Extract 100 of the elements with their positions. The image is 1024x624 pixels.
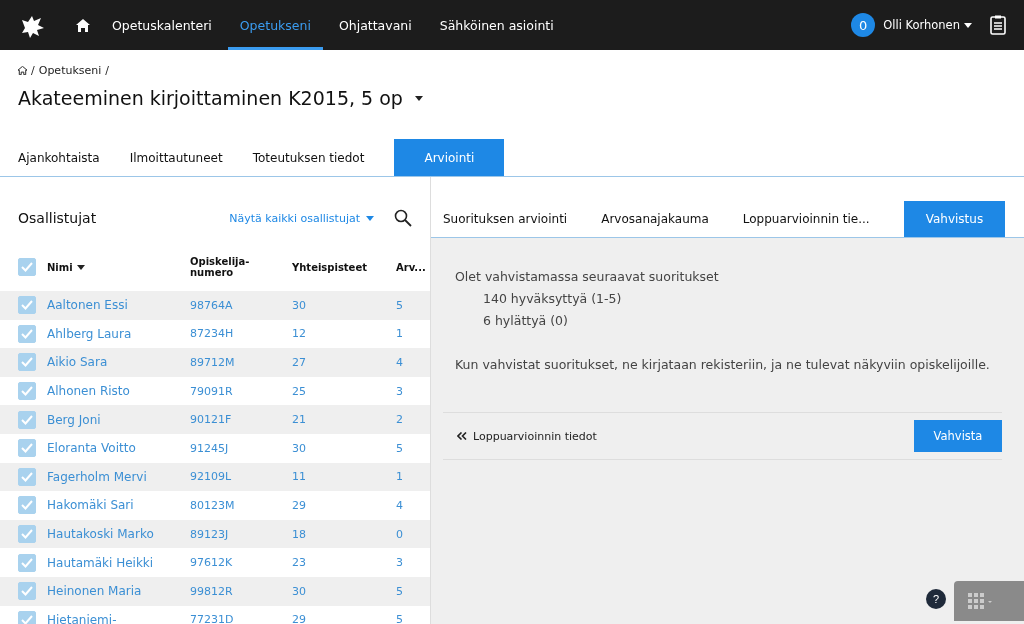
table-cell-text: 3 [396, 384, 404, 398]
section-heading: Osallistujat [18, 210, 98, 226]
search-icon[interactable] [394, 209, 412, 227]
table-cell-text: 87234H [190, 327, 235, 341]
table-cell-text: 79091R [190, 384, 234, 398]
breadcrumb-link[interactable]: Opetukseni [38, 64, 102, 77]
caret-icon [414, 95, 423, 101]
grid-icon[interactable] [968, 593, 992, 609]
table-cell-text: 4 [396, 498, 404, 512]
student-name-link[interactable]: Ahlberg Laura [47, 326, 190, 341]
table-cell-text: 23 [292, 556, 307, 570]
double-chevron-icon [457, 432, 467, 440]
filter-dropdown[interactable]: Näytä kaikki osallistujat [229, 211, 374, 225]
tab[interactable]: Ajankohtaista [18, 139, 100, 176]
nav-tab[interactable]: Ohjattavani [326, 0, 424, 50]
table-cell-text: 0 [396, 527, 404, 541]
table-cell-text: 92109L [190, 470, 233, 484]
table-cell-text: 1 [396, 470, 404, 484]
checkbox[interactable] [18, 258, 36, 276]
checkbox[interactable] [18, 467, 36, 486]
table-cell-text: 3 [396, 556, 404, 570]
checkbox[interactable] [18, 296, 36, 315]
student-name-link[interactable]: Aikio Sara [47, 355, 190, 370]
table-cell-text: 29 [292, 613, 307, 624]
column-header: Opiskelija-numero [190, 256, 250, 278]
checkbox[interactable] [18, 353, 36, 372]
column-header: Yhteispisteet [292, 261, 368, 273]
column-header: Arv... [396, 261, 427, 273]
clipboard-icon[interactable] [990, 15, 1006, 35]
table-cell-text: 30 [292, 584, 307, 598]
table-cell-text: 1 [396, 327, 404, 341]
summary-line: 140 hyväksyttyä (1-5) [482, 290, 623, 308]
breadcrumb-separator: / [105, 64, 110, 77]
table-cell-text: 5 [396, 584, 404, 598]
table-cell-text: 18 [292, 527, 307, 541]
student-name-link[interactable]: Alhonen Risto [47, 384, 190, 399]
table-cell-text: 77231D [190, 613, 235, 624]
checkbox[interactable] [18, 553, 36, 572]
table-cell-text: 11 [292, 470, 307, 484]
checkbox[interactable] [18, 439, 36, 458]
nav-tab[interactable]: Opetuskalenteri [100, 0, 224, 50]
student-name-link[interactable]: Hautamäki Heikki [47, 555, 190, 570]
notification-badge[interactable]: 0 [851, 13, 876, 37]
tab[interactable]: Loppuarvioinnin tie... [742, 201, 870, 237]
breadcrumb-separator: / [31, 64, 35, 77]
tab[interactable]: Arvosanajakauma [601, 201, 709, 237]
table-cell-text: 90121F [190, 413, 233, 427]
student-name-link[interactable]: Hietaniemi- [47, 612, 190, 624]
tab[interactable]: Suorituksen arviointi [443, 201, 568, 237]
checkbox[interactable] [18, 410, 36, 429]
table-cell-text: 91245J [190, 441, 230, 455]
checkbox[interactable] [18, 382, 36, 401]
student-name-link[interactable]: Heinonen Maria [47, 584, 190, 599]
home-icon[interactable] [18, 66, 27, 75]
checkbox[interactable] [18, 582, 36, 601]
intro-text: Olet vahvistamassa seuraavat suoritukset [455, 268, 720, 286]
caret-icon [366, 215, 374, 221]
nav-tab[interactable]: Opetukseni [227, 0, 323, 50]
student-name-link[interactable]: Aaltonen Essi [47, 298, 190, 313]
table-cell-text: 5 [396, 298, 404, 312]
checkbox[interactable] [18, 496, 36, 515]
table-cell-text: 30 [292, 298, 307, 312]
column-header[interactable]: Nimi [47, 261, 190, 273]
table-cell-text: 30 [292, 441, 307, 455]
home-icon[interactable] [76, 18, 90, 32]
tab[interactable]: Ilmoittautuneet [129, 139, 223, 176]
table-cell-text: 97612K [190, 556, 234, 570]
table-cell-text: 25 [292, 384, 307, 398]
checkbox[interactable] [18, 610, 36, 624]
table-cell-text: 27 [292, 356, 307, 369]
student-name-link[interactable]: Hautakoski Marko [47, 527, 190, 542]
student-name-link[interactable]: Hakomäki Sari [47, 498, 190, 513]
checkbox[interactable] [18, 525, 36, 544]
table-cell-text: 80123M [190, 498, 236, 512]
tab[interactable]: Toteutuksen tiedot [252, 139, 365, 176]
table-cell-text: 89123J [190, 527, 230, 541]
tab[interactable]: Arviointi [394, 139, 505, 176]
table-cell-text: 12 [292, 327, 307, 341]
course-title: Akateeminen kirjoittaminen K2015, 5 op [18, 87, 403, 109]
caret-icon [964, 22, 972, 28]
table-cell-text: 4 [396, 356, 404, 369]
table-cell-text: 89712M [190, 356, 236, 369]
confirm-button[interactable]: Vahvista [914, 420, 1002, 452]
info-text: Kun vahvistat suoritukset, ne kirjataan rekisteriin, ja ne tulevat näkyviin opiskelijoille. [455, 356, 991, 374]
table-cell-text: 29 [292, 498, 307, 512]
user-menu[interactable]: Olli Korhonen [883, 18, 972, 32]
caret-icon [76, 264, 85, 270]
student-name-link[interactable]: Berg Joni [47, 412, 190, 427]
tab[interactable]: Vahvistus [903, 201, 1006, 237]
table-cell-text: 21 [292, 413, 307, 427]
student-name-link[interactable]: Eloranta Voitto [47, 441, 190, 456]
table-cell-text: 5 [396, 441, 404, 455]
student-name-link[interactable]: Fagerholm Mervi [47, 469, 190, 484]
back-link[interactable]: Loppuarvioinnin tiedot [457, 429, 597, 443]
table-cell-text: 5 [396, 613, 404, 624]
table-cell-text: 98764A [190, 298, 234, 312]
table-cell-text: 99812R [190, 584, 234, 598]
nav-tab[interactable]: Sähköinen asiointi [427, 0, 566, 50]
checkbox[interactable] [18, 324, 36, 343]
table-cell-text: 2 [396, 413, 404, 427]
